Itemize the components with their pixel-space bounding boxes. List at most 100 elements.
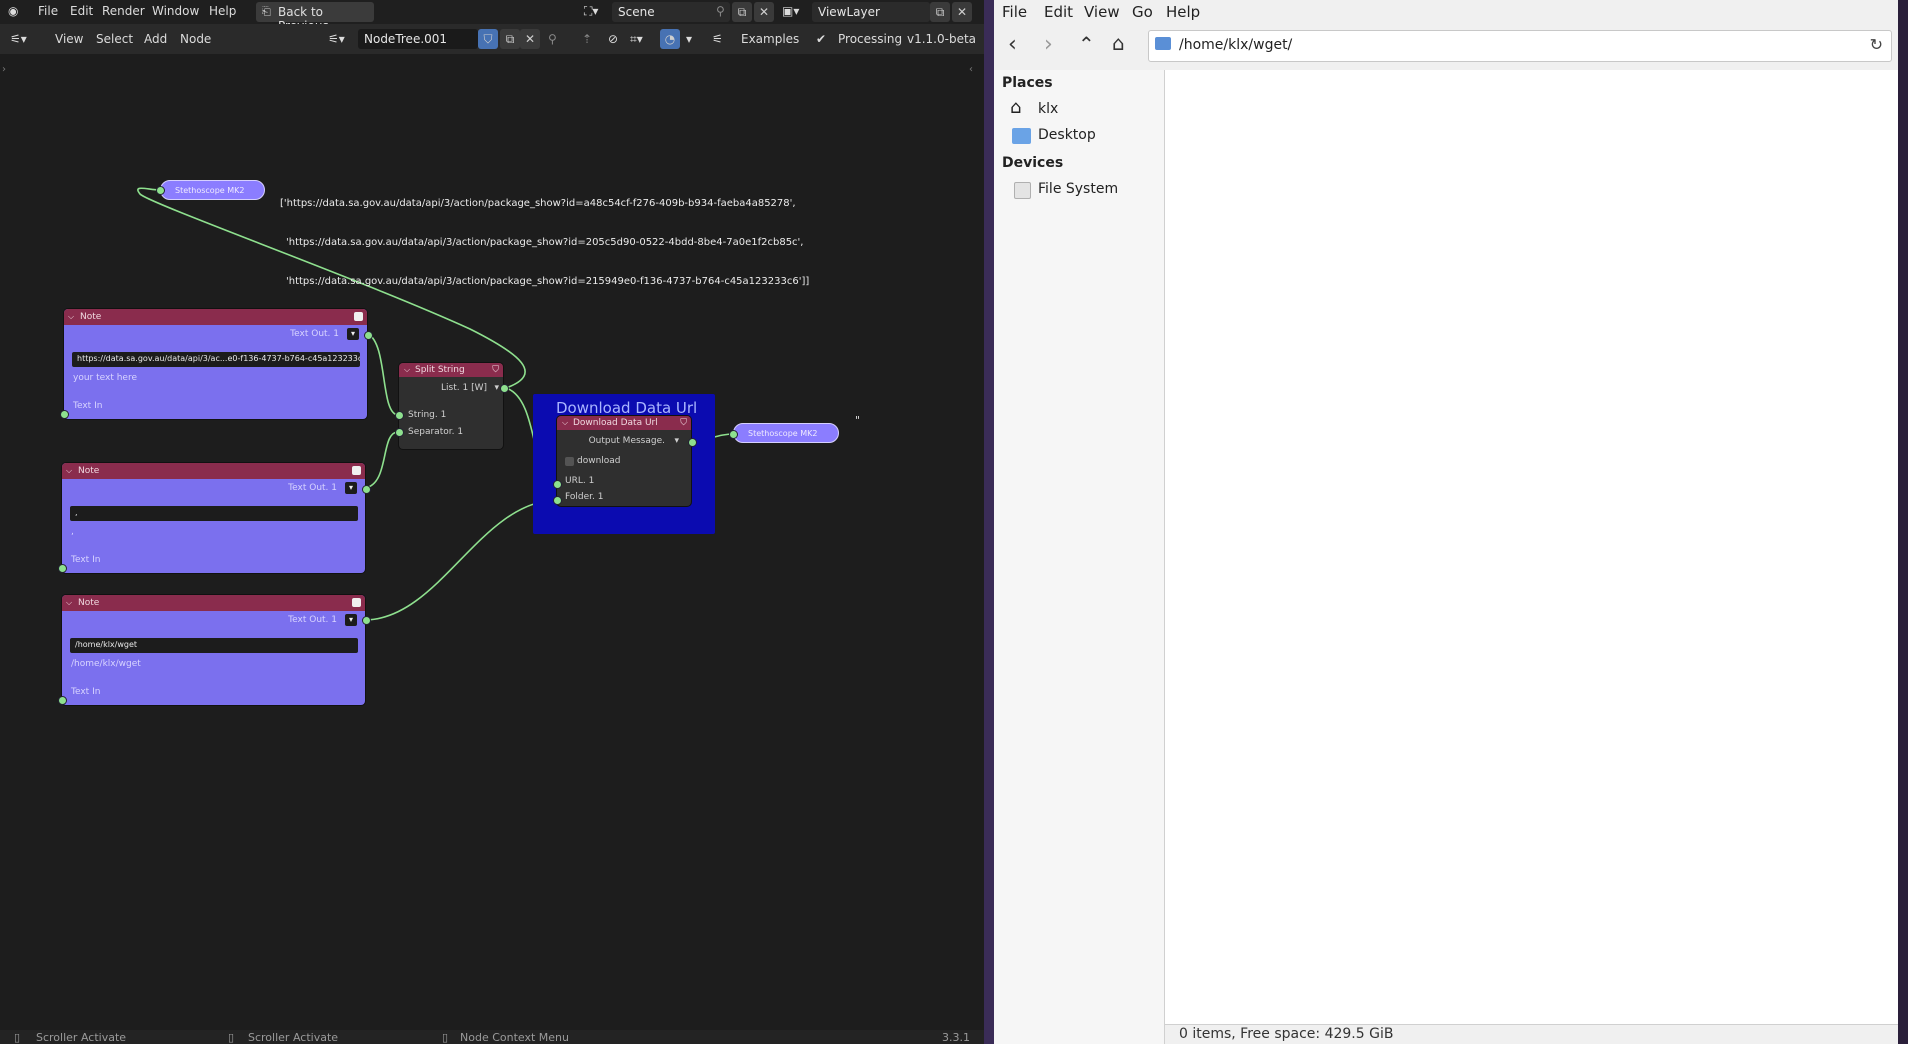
version-tag: v1.1.0-beta — [907, 32, 977, 46]
note-2-text-field[interactable]: , — [70, 506, 358, 521]
note-3-text-field[interactable]: /home/klx/wget — [70, 638, 358, 653]
stethoscope-node-1[interactable]: Stethoscope MK2 — [160, 180, 265, 200]
stethoscope-2-input-socket[interactable] — [729, 430, 738, 439]
download-url-socket[interactable] — [553, 480, 562, 489]
download-header[interactable]: ⌵ Download Data Url ⛉ — [557, 416, 691, 430]
note-3-header[interactable]: ⌵ Note — [62, 595, 365, 611]
note-1-header[interactable]: ⌵ Note — [64, 309, 367, 325]
split-separator-socket[interactable] — [395, 428, 404, 437]
location-bar[interactable]: /home/klx/wget/ ↻ — [1148, 30, 1892, 62]
note-1-output-socket[interactable] — [364, 331, 373, 340]
menu-file[interactable]: File — [38, 4, 58, 18]
menu-help[interactable]: Help — [209, 4, 236, 18]
stethoscope-1-input-socket[interactable] — [156, 186, 165, 195]
note-2-input-socket[interactable] — [58, 564, 67, 573]
node-canvas[interactable]: › ‹ ['https://data.sa.gov.au/data/api/3/… — [0, 54, 976, 1024]
note-1-output-label: Text Out. 1 — [290, 329, 339, 339]
note-3-output-dropdown[interactable]: ▾ — [345, 614, 357, 626]
node-tree-field[interactable]: NodeTree.001 — [358, 29, 478, 49]
collapse-icon[interactable]: ⌵ — [562, 416, 568, 430]
download-data-url-node[interactable]: ⌵ Download Data Url ⛉ Output Message. ▾ do… — [557, 416, 691, 506]
note-3-icon[interactable] — [352, 598, 361, 607]
snap-icon[interactable]: ⊘ — [608, 32, 618, 46]
filter-icon[interactable]: ⛉ — [492, 363, 499, 377]
header-view[interactable]: View — [55, 32, 83, 46]
processing-checkbox[interactable]: ✔ — [816, 32, 826, 46]
snap-mode-icon[interactable]: ⌗▾ — [630, 32, 643, 47]
stethoscope-node-2[interactable]: Stethoscope MK2 — [733, 423, 839, 443]
collapse-icon[interactable]: ⌵ — [66, 463, 72, 479]
menu-window[interactable]: Window — [152, 4, 199, 18]
header-select[interactable]: Select — [96, 32, 133, 46]
download-output-dropdown-icon[interactable]: ▾ — [674, 436, 679, 446]
split-string-header[interactable]: ⌵ Split String ⛉ — [399, 363, 503, 377]
collapse-icon[interactable]: ⌵ — [66, 595, 72, 611]
note-node-1[interactable]: ⌵ Note Text Out. 1 ▾ https://data.sa.gov.… — [64, 309, 367, 419]
fm-menu-view[interactable]: View — [1084, 3, 1120, 21]
note-2-header[interactable]: ⌵ Note — [62, 463, 365, 479]
viewlayer-icon[interactable]: ▣▾ — [782, 4, 799, 18]
file-list-area[interactable] — [1165, 70, 1898, 1024]
note-3-output-socket[interactable] — [362, 616, 371, 625]
note-1-icon[interactable] — [354, 312, 363, 321]
blender-logo-icon[interactable]: ◉ — [8, 4, 18, 18]
note-3-input-socket[interactable] — [58, 696, 67, 705]
note-2-output-socket[interactable] — [362, 485, 371, 494]
back-to-previous-button[interactable]: ⎗ Back to Previous — [256, 2, 374, 33]
place-desktop[interactable]: Desktop — [1038, 127, 1096, 143]
duplicate-tree-icon[interactable]: ⧉ — [500, 29, 520, 49]
note-1-output-dropdown[interactable]: ▾ — [347, 328, 359, 340]
editor-type-icon[interactable]: ⚟▾ — [10, 32, 27, 46]
menu-edit[interactable]: Edit — [70, 4, 93, 18]
split-output-socket[interactable] — [500, 384, 509, 393]
fm-menu-help[interactable]: Help — [1166, 3, 1200, 21]
download-title: Download Data Url — [573, 418, 658, 428]
unlink-tree-icon[interactable]: ✕ — [520, 29, 540, 49]
node-tree-type-icon[interactable]: ⚟▾ — [328, 32, 345, 46]
new-scene-icon[interactable]: ⧉ — [732, 2, 752, 22]
pin-icon[interactable]: ⚲ — [716, 4, 725, 18]
viewlayer-field[interactable]: ViewLayer — [812, 2, 930, 22]
scene-field[interactable]: Scene — [612, 2, 730, 22]
collapse-icon[interactable]: ⌵ — [404, 363, 410, 377]
reload-icon[interactable]: ↻ — [1870, 35, 1883, 54]
collapse-icon[interactable]: ⌵ — [68, 309, 74, 325]
filter-icon[interactable]: ⛉ — [680, 416, 687, 430]
download-folder-socket[interactable] — [553, 496, 562, 505]
note-2-output-dropdown[interactable]: ▾ — [345, 482, 357, 494]
note-2-icon[interactable] — [352, 466, 361, 475]
device-file-system[interactable]: File System — [1038, 181, 1118, 197]
close-scene-icon[interactable]: ✕ — [754, 2, 774, 22]
scene-icon[interactable]: ⛶▾ — [584, 4, 598, 19]
forward-arrow-icon[interactable]: › — [1044, 32, 1053, 57]
back-arrow-icon[interactable]: ‹ — [1008, 32, 1017, 57]
location-path[interactable]: /home/klx/wget/ — [1179, 37, 1292, 53]
note-1-text-field[interactable]: https://data.sa.gov.au/data/api/3/ac...e… — [72, 352, 360, 367]
overlay-dropdown-icon[interactable]: ▾ — [686, 32, 692, 46]
fm-menu-go[interactable]: Go — [1132, 3, 1153, 21]
split-string-node[interactable]: ⌵ Split String ⛉ List. 1 [W] ▾ String. 1 S… — [399, 363, 503, 449]
note-1-input-socket[interactable] — [60, 410, 69, 419]
parent-node-icon[interactable]: ⇡ — [582, 32, 592, 46]
close-viewlayer-icon[interactable]: ✕ — [952, 2, 972, 22]
new-viewlayer-icon[interactable]: ⧉ — [930, 2, 950, 22]
menu-render[interactable]: Render — [102, 4, 145, 18]
note-node-2[interactable]: ⌵ Note Text Out. 1 ▾ , , Text In — [62, 463, 365, 573]
up-arrow-icon[interactable]: ⌃ — [1078, 32, 1095, 56]
note-node-3[interactable]: ⌵ Note Text Out. 1 ▾ /home/klx/wget /home… — [62, 595, 365, 705]
overlay-icon[interactable]: ◔ — [660, 29, 680, 49]
fake-user-shield-icon[interactable]: ⛉ — [478, 29, 498, 49]
download-checkbox[interactable] — [565, 457, 574, 466]
fm-menu-edit[interactable]: Edit — [1044, 3, 1073, 21]
examples-menu[interactable]: Examples — [741, 32, 799, 46]
header-add[interactable]: Add — [144, 32, 167, 46]
sverchok-icon[interactable]: ⚟ — [712, 32, 723, 46]
download-output-socket[interactable] — [688, 438, 697, 447]
place-klx[interactable]: klx — [1038, 101, 1058, 117]
split-string-socket[interactable] — [395, 411, 404, 420]
split-output-dropdown-icon[interactable]: ▾ — [494, 383, 499, 393]
header-node[interactable]: Node — [180, 32, 211, 46]
pin-tree-icon[interactable]: ⚲ — [548, 32, 557, 46]
home-icon[interactable]: ⌂ — [1112, 31, 1125, 55]
fm-menu-file[interactable]: File — [1002, 3, 1027, 21]
